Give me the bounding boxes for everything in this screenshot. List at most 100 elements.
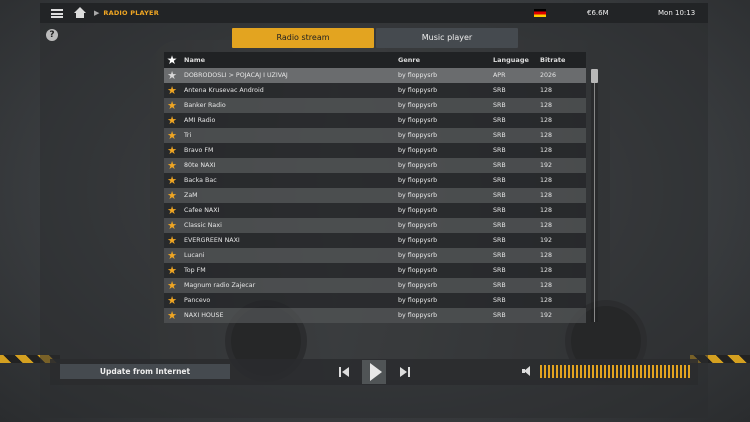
favorite-star-icon[interactable]: ★ <box>166 233 178 248</box>
favorite-star-icon[interactable]: ★ <box>166 308 178 323</box>
tab-radio-stream[interactable]: Radio stream <box>232 28 374 48</box>
table-header: ★ Name Genre Language Bitrate <box>164 52 586 68</box>
favorite-star-icon[interactable]: ★ <box>166 68 178 83</box>
next-track-button[interactable] <box>396 362 414 382</box>
hamburger-menu-icon[interactable] <box>51 8 63 18</box>
favorite-star-icon[interactable]: ★ <box>166 83 178 98</box>
update-from-internet-button[interactable]: Update from Internet <box>60 364 230 379</box>
station-bitrate: 128 <box>540 87 553 94</box>
station-language: SRB <box>493 117 506 124</box>
station-language: SRB <box>493 207 506 214</box>
money-display: €6.6M <box>587 9 609 17</box>
table-row[interactable]: ★ NAXI HOUSE by floppysrb SRB 192 <box>164 308 586 323</box>
table-row[interactable]: ★ ZaM by floppysrb SRB 128 <box>164 188 586 203</box>
table-row[interactable]: ★ Top FM by floppysrb SRB 128 <box>164 263 586 278</box>
clock-display: Mon 10:13 <box>658 9 696 17</box>
favorite-star-icon[interactable]: ★ <box>166 293 178 308</box>
play-icon <box>369 363 382 381</box>
station-name: Magnum radio Zajecar <box>184 282 256 289</box>
station-bitrate: 128 <box>540 222 553 229</box>
table-row[interactable]: ★ 80te NAXI by floppysrb SRB 192 <box>164 158 586 173</box>
station-genre: by floppysrb <box>398 147 438 154</box>
station-language: APR <box>493 72 506 79</box>
station-bitrate: 128 <box>540 192 553 199</box>
station-language: SRB <box>493 282 506 289</box>
station-name: AMI Radio <box>184 117 216 124</box>
station-name: Classic Naxi <box>184 222 222 229</box>
next-track-icon <box>400 367 410 377</box>
station-genre: by floppysrb <box>398 162 438 169</box>
table-row[interactable]: ★ Classic Naxi by floppysrb SRB 128 <box>164 218 586 233</box>
station-language: SRB <box>493 312 506 319</box>
favorite-star-icon[interactable]: ★ <box>166 263 178 278</box>
scrollbar-thumb[interactable] <box>591 69 598 83</box>
table-row[interactable]: ★ Antena Krusevac Android by floppysrb SRB 1… <box>164 83 586 98</box>
play-button[interactable] <box>362 360 386 384</box>
station-language: SRB <box>493 162 506 169</box>
station-name: Bravo FM <box>184 147 214 154</box>
table-row[interactable]: ★ EVERGREEN NAXI by floppysrb SRB 192 <box>164 233 586 248</box>
station-genre: by floppysrb <box>398 297 438 304</box>
favorite-star-icon[interactable]: ★ <box>166 98 178 113</box>
volume-slider[interactable] <box>540 365 690 378</box>
station-language: SRB <box>493 192 506 199</box>
station-bitrate: 128 <box>540 132 553 139</box>
favorite-star-icon[interactable]: ★ <box>166 158 178 173</box>
station-genre: by floppysrb <box>398 252 438 259</box>
header-genre[interactable]: Genre <box>398 56 420 64</box>
help-icon[interactable]: ? <box>46 29 58 41</box>
station-bitrate: 128 <box>540 282 553 289</box>
tab-music-player[interactable]: Music player <box>376 28 518 48</box>
table-row[interactable]: ★ Magnum radio Zajecar by floppysrb SRB 128 <box>164 278 586 293</box>
favorite-star-icon[interactable]: ★ <box>166 143 178 158</box>
station-language: SRB <box>493 177 506 184</box>
header-language[interactable]: Language <box>493 56 529 64</box>
favorite-star-icon[interactable]: ★ <box>166 128 178 143</box>
list-scrollbar[interactable] <box>591 69 598 322</box>
station-name: Tri <box>184 132 192 139</box>
station-name: Cafee NAXI <box>184 207 220 214</box>
station-genre: by floppysrb <box>398 237 438 244</box>
favorite-star-icon[interactable]: ★ <box>166 113 178 128</box>
table-row[interactable]: ★ Lucani by floppysrb SRB 128 <box>164 248 586 263</box>
station-language: SRB <box>493 237 506 244</box>
previous-track-button[interactable] <box>335 362 353 382</box>
station-language: SRB <box>493 297 506 304</box>
station-genre: by floppysrb <box>398 102 438 109</box>
station-name: Backa Bac <box>184 177 217 184</box>
table-row[interactable]: ★ Tri by floppysrb SRB 128 <box>164 128 586 143</box>
favorite-header-star-icon[interactable]: ★ <box>166 52 178 68</box>
station-genre: by floppysrb <box>398 87 438 94</box>
header-name[interactable]: Name <box>184 56 205 64</box>
header-bitrate[interactable]: Bitrate <box>540 56 565 64</box>
station-genre: by floppysrb <box>398 207 438 214</box>
speaker-icon[interactable] <box>522 366 532 376</box>
station-name: Pancevo <box>184 297 211 304</box>
table-row[interactable]: ★ Banker Radio by floppysrb SRB 128 <box>164 98 586 113</box>
favorite-star-icon[interactable]: ★ <box>166 188 178 203</box>
favorite-star-icon[interactable]: ★ <box>166 248 178 263</box>
home-icon[interactable] <box>74 7 86 19</box>
favorite-star-icon[interactable]: ★ <box>166 173 178 188</box>
breadcrumb-arrow-icon: ▶ <box>94 9 100 17</box>
table-row[interactable]: ★ Backa Bac by floppysrb SRB 128 <box>164 173 586 188</box>
previous-track-icon <box>339 367 349 377</box>
table-row[interactable]: ★ Pancevo by floppysrb SRB 128 <box>164 293 586 308</box>
table-row[interactable]: ★ Cafee NAXI by floppysrb SRB 128 <box>164 203 586 218</box>
favorite-star-icon[interactable]: ★ <box>166 203 178 218</box>
favorite-star-icon[interactable]: ★ <box>166 218 178 233</box>
station-name: Lucani <box>184 252 205 259</box>
station-genre: by floppysrb <box>398 72 438 79</box>
table-row[interactable]: ★ Bravo FM by floppysrb SRB 128 <box>164 143 586 158</box>
station-bitrate: 192 <box>540 312 553 319</box>
station-genre: by floppysrb <box>398 192 438 199</box>
station-name: EVERGREEN NAXI <box>184 237 240 244</box>
table-row[interactable]: ★ AMI Radio by floppysrb SRB 128 <box>164 113 586 128</box>
station-name: 80te NAXI <box>184 162 216 169</box>
station-language: SRB <box>493 102 506 109</box>
table-row[interactable]: ★ DOBRODOSLI > POJACAJ I UZIVAJ by floppys… <box>164 68 586 83</box>
station-bitrate: 128 <box>540 207 553 214</box>
station-bitrate: 128 <box>540 252 553 259</box>
germany-flag-icon <box>534 9 546 17</box>
favorite-star-icon[interactable]: ★ <box>166 278 178 293</box>
